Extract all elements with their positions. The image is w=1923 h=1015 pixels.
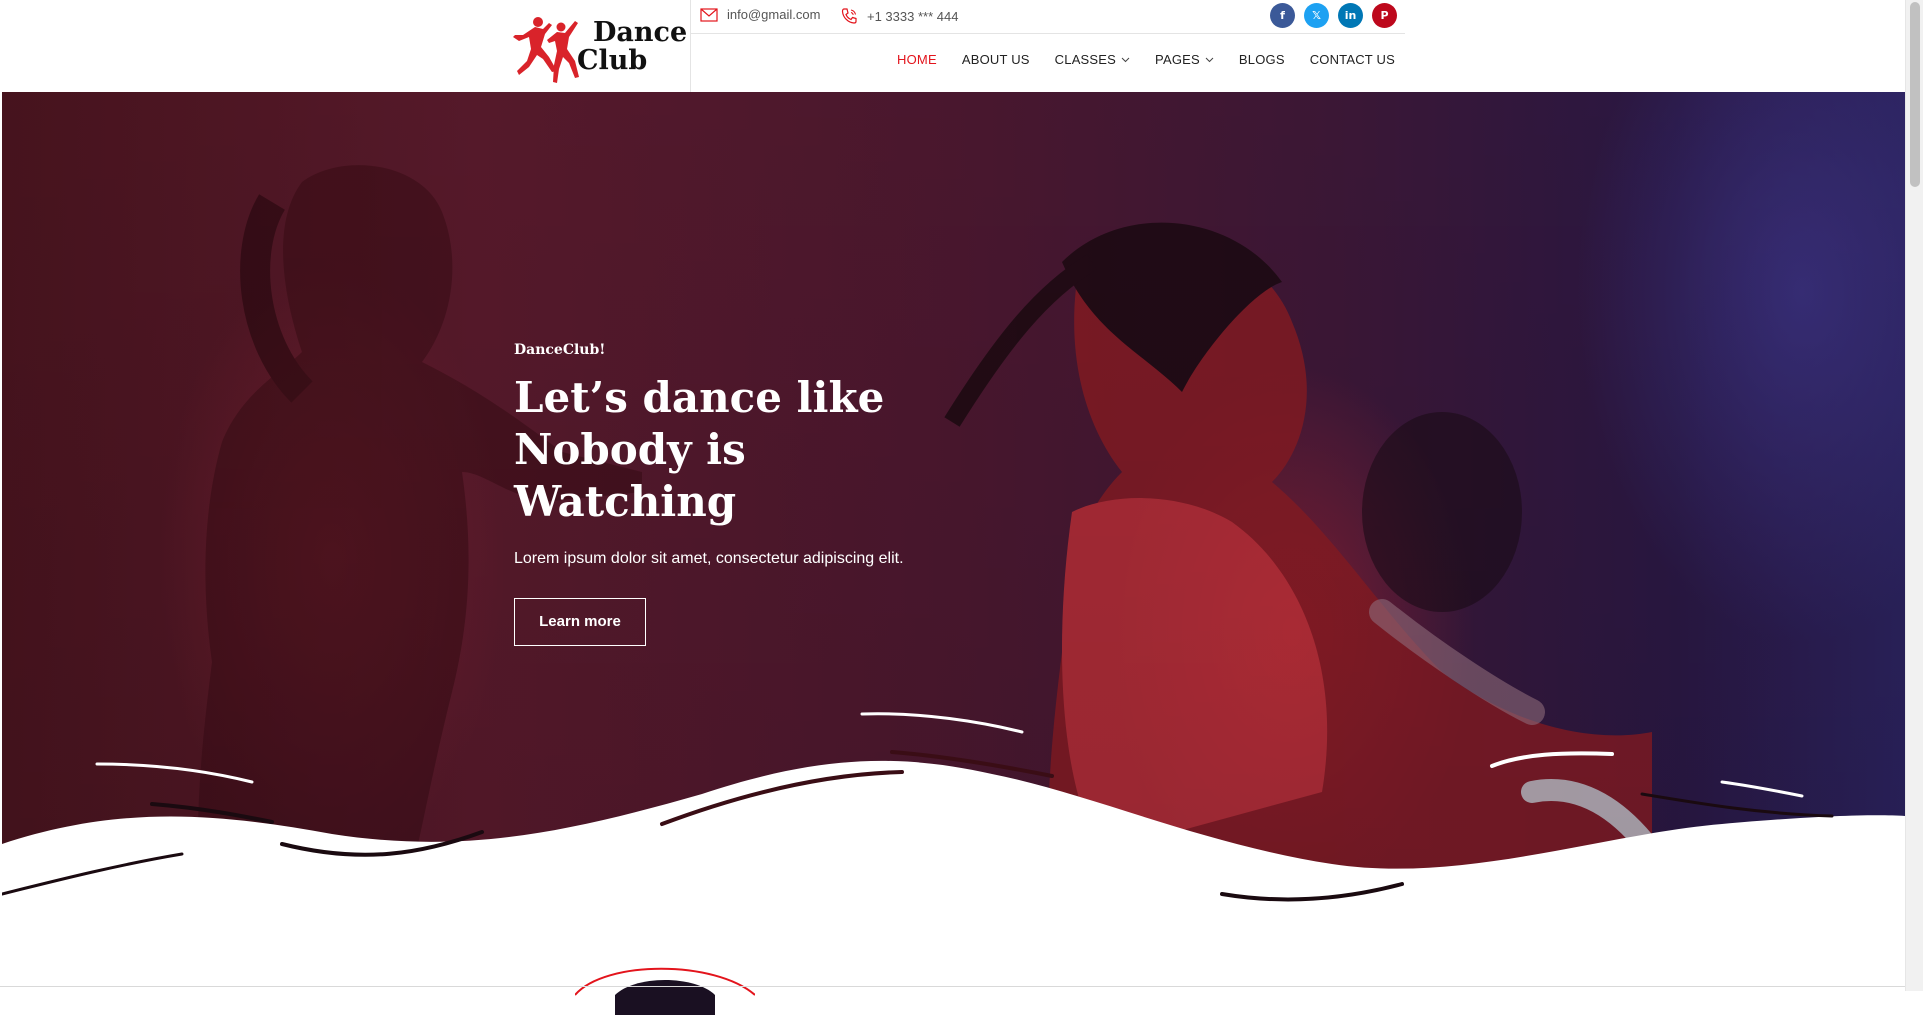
nav-classes-label: CLASSES xyxy=(1054,52,1117,67)
hero-content: DanceClub! Let’s dance like Nobody is Wa… xyxy=(514,342,904,646)
hero-headline: Let’s dance like Nobody is Watching xyxy=(514,372,894,528)
top-contact-bar: info@gmail.com +1 3333 *** 444 f 𝕏 in P xyxy=(691,0,1405,34)
nav-contact-us[interactable]: CONTACT US xyxy=(1310,52,1395,67)
site-logo[interactable]: Dance Club xyxy=(505,4,690,90)
nav-blogs[interactable]: BLOGS xyxy=(1239,52,1285,67)
phone-contact[interactable]: +1 3333 *** 444 xyxy=(840,7,958,25)
social-links: f 𝕏 in P xyxy=(1270,3,1397,28)
vertical-scrollbar[interactable] xyxy=(1905,0,1923,991)
logo-wordmark: Dance Club xyxy=(577,19,687,75)
phone-text: +1 3333 *** 444 xyxy=(867,8,959,24)
pinterest-icon[interactable]: P xyxy=(1372,3,1397,28)
hero-description: Lorem ipsum dolor sit amet, consectetur … xyxy=(514,550,904,567)
wave-divider xyxy=(2,712,1905,914)
scrollbar-thumb[interactable] xyxy=(1910,2,1920,187)
hero-headline-line-2: Nobody is xyxy=(514,425,746,474)
nav-home[interactable]: HOME xyxy=(897,52,937,67)
main-navigation: HOME ABOUT US CLASSES PAGES BLOGS CONTAC… xyxy=(872,52,1395,67)
hero-headline-line-3: Watching xyxy=(514,477,737,526)
nav-pages-label: PAGES xyxy=(1155,52,1200,67)
nav-contact-label: CONTACT US xyxy=(1309,52,1395,67)
nav-pages[interactable]: PAGES xyxy=(1155,52,1214,67)
linkedin-icon[interactable]: in xyxy=(1338,3,1363,28)
nav-about-us[interactable]: ABOUT US xyxy=(962,52,1030,67)
nav-about-label: ABOUT US xyxy=(961,52,1030,67)
site-header: Dance Club info@gmail.com +1 3333 *** 44… xyxy=(0,0,1905,92)
nav-classes[interactable]: CLASSES xyxy=(1055,52,1130,67)
email-contact[interactable]: info@gmail.com xyxy=(700,7,820,22)
section-emblem-peek xyxy=(575,967,755,1015)
facebook-icon[interactable]: f xyxy=(1270,3,1295,28)
hero-headline-line-1: Let’s dance like xyxy=(514,373,885,422)
email-text: info@gmail.com xyxy=(727,7,821,22)
phone-icon xyxy=(841,8,857,24)
hero-banner: DanceClub! Let’s dance like Nobody is Wa… xyxy=(2,92,1905,914)
chevron-down-icon xyxy=(1121,57,1130,62)
page-divider xyxy=(0,986,1905,987)
chevron-down-icon xyxy=(1205,57,1214,62)
learn-more-button[interactable]: Learn more xyxy=(514,598,646,646)
logo-line-2: Club xyxy=(577,45,648,76)
x-twitter-icon[interactable]: 𝕏 xyxy=(1304,3,1329,28)
nav-blogs-label: BLOGS xyxy=(1238,52,1285,67)
logo-line-1: Dance xyxy=(593,17,688,48)
envelope-icon xyxy=(700,7,718,22)
hero-eyebrow: DanceClub! xyxy=(514,342,606,358)
